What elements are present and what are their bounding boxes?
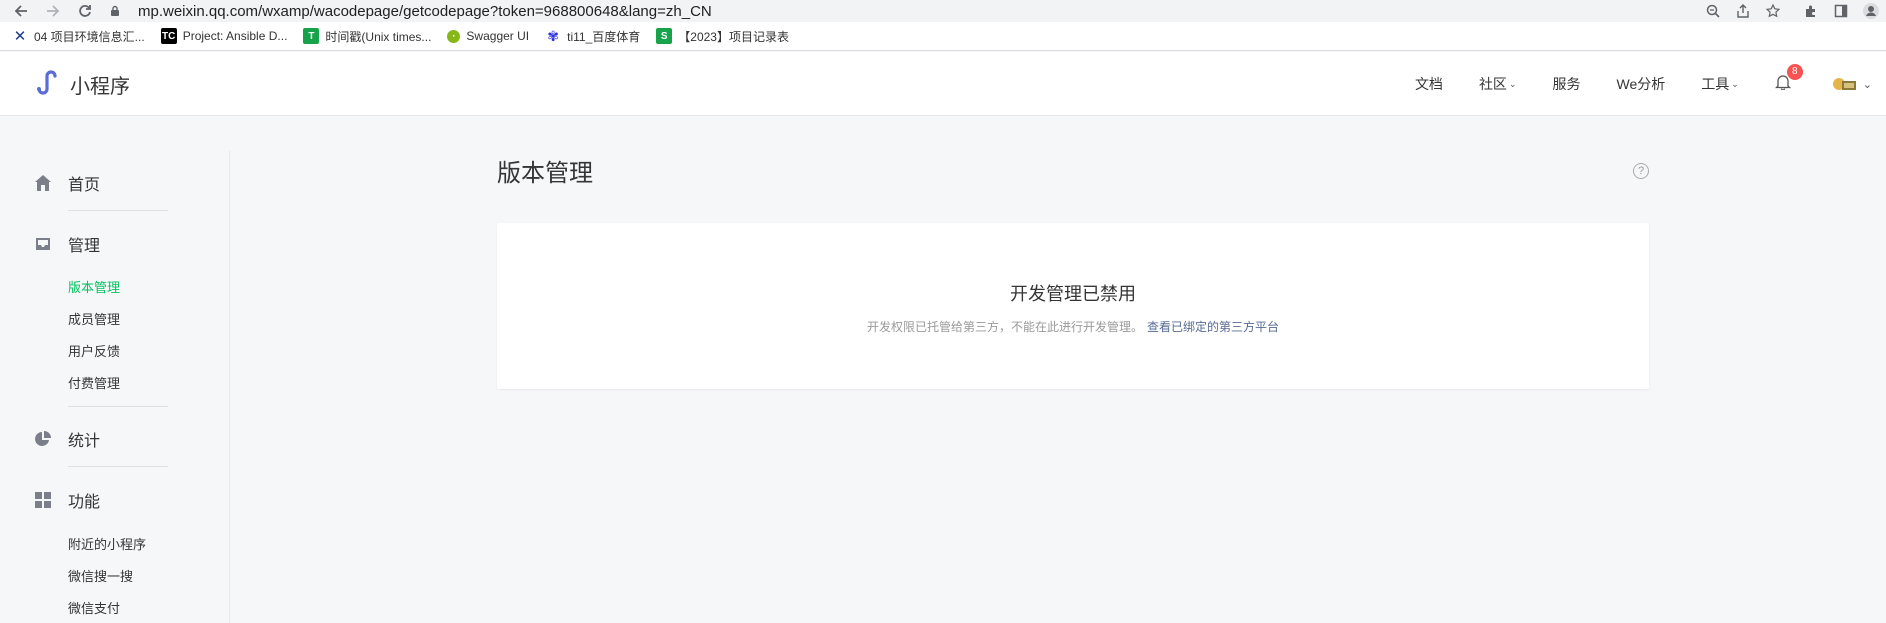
star-icon[interactable] [1758,0,1788,22]
bookmark-label: Swagger UI [466,29,530,43]
sidebar-subitem-version-management[interactable]: 版本管理 [68,277,120,296]
back-icon[interactable] [10,0,32,22]
nav-analytics[interactable]: We分析 [1616,74,1665,94]
share-icon[interactable] [1728,0,1758,22]
chevron-down-icon: ⌄ [1508,78,1517,89]
help-icon[interactable]: ? [1633,163,1649,179]
nav-tools-label: 工具 [1701,76,1730,92]
sidebar-subitem-member-management[interactable]: 成员管理 [68,309,120,328]
timestamp-icon: T [303,28,320,44]
nav-community-label: 社区 [1478,76,1507,92]
pie-chart-icon [35,431,51,446]
sidebar-subitem-payment-management[interactable]: 付费管理 [68,373,120,392]
nav-tools[interactable]: 工具 ⌄ [1701,74,1739,94]
sidebar-subitem-wechat-pay[interactable]: 微信支付 [68,598,120,617]
sidebar-divider [68,466,168,467]
notification-badge: 8 [1786,63,1803,80]
chevron-down-icon: ⌄ [1862,78,1872,91]
account-menu[interactable]: ⌄ [1831,75,1872,93]
grid-icon [35,492,51,508]
sidebar-item-features[interactable]: 功能 [34,488,100,512]
browser-actions [1698,0,1886,22]
bookmarks-bar: ✕ 04 项目环境信息汇... TC Project: Ansible D...… [0,22,1886,51]
teamcity-icon: TC [160,28,177,44]
card-description-text: 开发权限已托管给第三方，不能在此进行开发管理。 [866,320,1143,334]
bookmark-item[interactable]: S 【2023】项目记录表 [656,28,789,45]
browser-address-bar: mp.weixin.qq.com/wxamp/wacodepage/getcod… [0,0,1886,22]
bookmark-item[interactable]: ✕ 04 项目环境信息汇... [12,28,145,45]
bookmark-x-icon: ✕ [13,28,27,45]
sidebar-item-label: 首页 [68,177,101,194]
url-field[interactable]: mp.weixin.qq.com/wxamp/wacodepage/getcod… [108,0,1808,22]
logo-text: 小程序 [70,76,130,98]
sidebar: 首页 管理 版本管理 成员管理 用户反馈 付费管理 统计 功能 附近的小程序 微… [0,151,230,623]
bookmark-label: 【2023】项目记录表 [678,29,789,44]
sidebar-item-label: 管理 [68,238,101,255]
bookmark-label: ti11_百度体育 [567,29,641,44]
zoom-icon[interactable] [1698,0,1728,22]
bookmark-label: 时间戳(Unix times... [325,29,432,44]
baidu-paw-icon: ✾ [547,27,559,44]
sidebar-item-home[interactable]: 首页 [34,171,100,195]
sidebar-subitem-user-feedback[interactable]: 用户反馈 [68,341,120,360]
home-icon [35,175,51,191]
bookmark-item[interactable]: TC Project: Ansible D... [160,28,288,44]
swagger-icon: · [447,29,461,43]
sidebar-subitem-wechat-search[interactable]: 微信搜一搜 [68,566,133,585]
avatar [1832,78,1856,90]
sidebar-item-label: 统计 [68,433,101,450]
chevron-down-icon: ⌄ [1731,78,1739,89]
top-header: 小程序 文档 社区 ⌄ 服务 We分析 工具 ⌄ 8 ⌄ [0,52,1886,116]
profile-icon[interactable] [1856,0,1886,22]
sidebar-subitem-nearby-miniprogram[interactable]: 附近的小程序 [68,534,146,553]
bookmark-item[interactable]: ✾ ti11_百度体育 [545,28,640,45]
page-title: 版本管理 [497,160,593,187]
view-third-party-link[interactable]: 查看已绑定的第三方平台 [1147,320,1279,334]
sidebar-item-manage[interactable]: 管理 [34,232,100,256]
inbox-icon [36,238,50,250]
url-text: mp.weixin.qq.com/wxamp/wacodepage/getcod… [138,2,712,20]
bookmark-item[interactable]: T 时间戳(Unix times... [303,28,431,45]
miniprogram-logo-icon [34,68,62,101]
bookmark-item[interactable]: · Swagger UI [447,29,529,43]
card-title: 开发管理已禁用 [1010,284,1136,304]
sidebar-toggle-icon[interactable] [1826,0,1856,22]
extensions-icon[interactable] [1796,0,1826,22]
logo[interactable]: 小程序 [34,68,130,101]
sidebar-divider [68,406,168,407]
nav-docs[interactable]: 文档 [1415,74,1443,94]
nav-service[interactable]: 服务 [1552,74,1580,94]
sidebar-divider [68,210,168,211]
sidebar-item-stats[interactable]: 统计 [34,427,100,451]
card-description: 开发权限已托管给第三方，不能在此进行开发管理。 查看已绑定的第三方平台 [497,318,1649,335]
bookmark-label: 04 项目环境信息汇... [34,29,145,44]
sidebar-item-label: 功能 [68,494,101,511]
reload-icon[interactable] [74,0,96,22]
lock-icon [108,0,122,22]
bookmark-label: Project: Ansible D... [182,29,288,43]
top-nav: 文档 社区 ⌄ 服务 We分析 工具 ⌄ 8 ⌄ [1415,52,1886,116]
forward-icon[interactable] [42,0,64,22]
sheet-icon: S [656,28,673,44]
disabled-notice-card: 开发管理已禁用 开发权限已托管给第三方，不能在此进行开发管理。 查看已绑定的第三方… [497,223,1649,389]
nav-community[interactable]: 社区 ⌄ [1479,74,1517,94]
notification-bell[interactable]: 8 [1774,63,1803,95]
